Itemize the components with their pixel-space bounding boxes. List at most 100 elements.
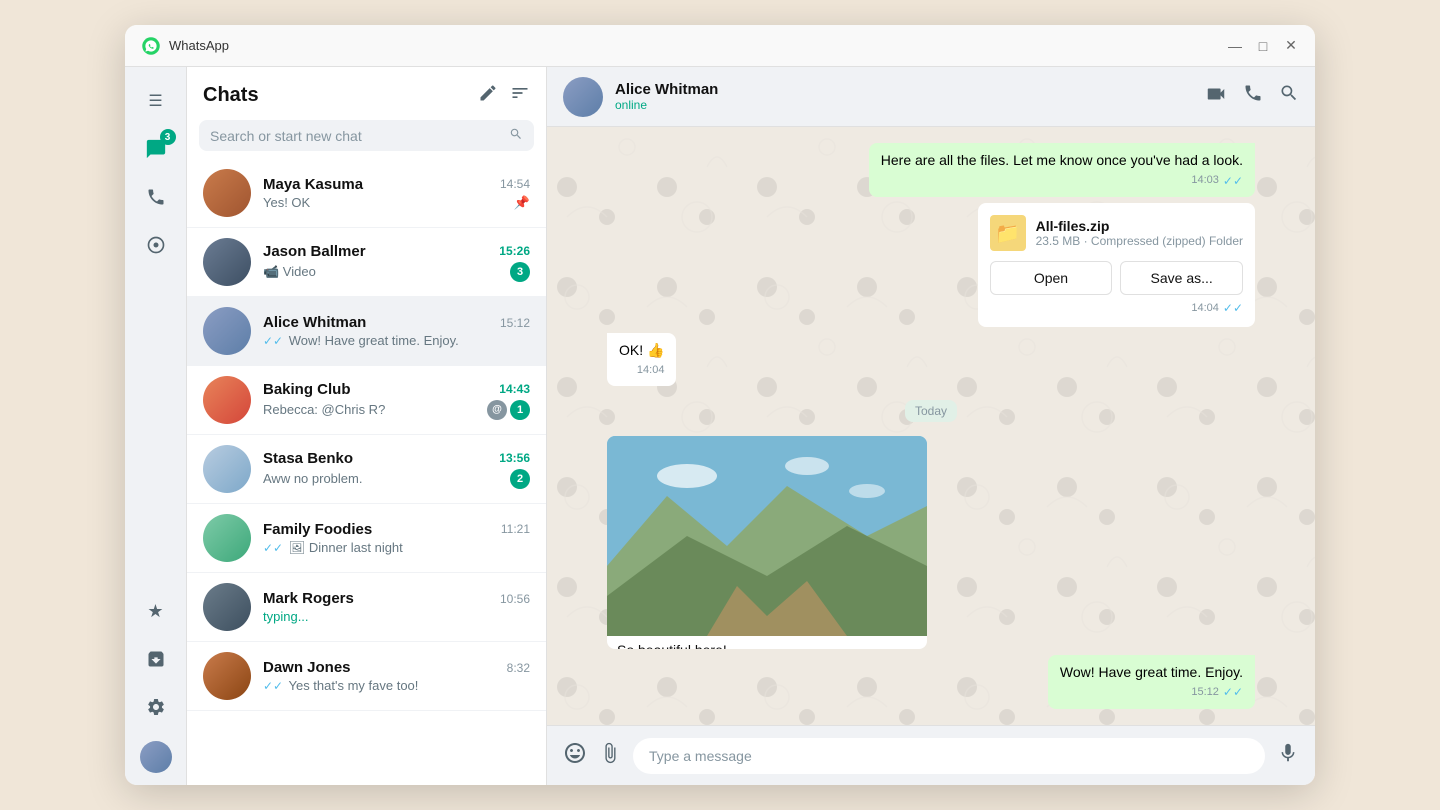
chat-list-header: Chats [187, 67, 546, 116]
chats-badge: 3 [160, 129, 176, 145]
microphone-button[interactable] [1277, 742, 1299, 770]
chat-list-title: Chats [203, 84, 478, 107]
chat-item[interactable]: Jason Ballmer 15:26 📹 Video 3 [187, 228, 546, 297]
app-window: WhatsApp — □ ✕ ☰ 3 ★ [125, 25, 1315, 785]
nav-item-menu[interactable]: ☰ [134, 79, 178, 123]
chat-name: Jason Ballmer [263, 243, 366, 260]
message-bubble: Wow! Have great time. Enjoy. 15:12 ✓✓ [1048, 655, 1255, 709]
chat-info: Family Foodies 11:21 ✓✓ 🖼 Dinner last ni… [263, 521, 530, 556]
message-input[interactable] [633, 738, 1265, 774]
minimize-button[interactable]: — [1227, 38, 1243, 54]
search-input[interactable] [210, 128, 509, 144]
title-bar: WhatsApp — □ ✕ [125, 25, 1315, 67]
search-messages-button[interactable] [1279, 83, 1299, 110]
chat-name: Dawn Jones [263, 659, 351, 676]
chat-name: Maya Kasuma [263, 176, 363, 193]
nav-item-archived[interactable] [134, 637, 178, 681]
chat-time: 15:12 [500, 316, 530, 330]
message-text: Here are all the files. Let me know once… [881, 152, 1243, 168]
date-label: Today [905, 400, 957, 422]
chat-item[interactable]: Dawn Jones 8:32 ✓✓ Yes that's my fave to… [187, 642, 546, 711]
save-file-button[interactable]: Save as... [1120, 261, 1243, 295]
chat-info: Dawn Jones 8:32 ✓✓ Yes that's my fave to… [263, 659, 530, 693]
chat-item[interactable]: Alice Whitman 15:12 ✓✓ Wow! Have great t… [187, 297, 546, 366]
compose-button[interactable] [478, 83, 498, 108]
chat-preview: Rebecca: @Chris R? [263, 402, 481, 417]
search-bar [187, 116, 546, 159]
voice-call-button[interactable] [1243, 83, 1263, 110]
chat-preview: ✓✓ Wow! Have great time. Enjoy. [263, 333, 530, 348]
message-text: Wow! Have great time. Enjoy. [1060, 664, 1243, 680]
chat-contact-avatar[interactable] [563, 77, 603, 117]
unread-badge: 2 [510, 469, 530, 489]
filter-button[interactable] [510, 83, 530, 108]
chat-panel: Alice Whitman online [547, 67, 1315, 785]
chat-info: Jason Ballmer 15:26 📹 Video 3 [263, 243, 530, 282]
chat-info: Baking Club 14:43 Rebecca: @Chris R? @ 1 [263, 381, 530, 420]
chat-preview: Yes! OK [263, 195, 510, 210]
avatar [203, 445, 251, 493]
chat-item[interactable]: Mark Rogers 10:56 typing... [187, 573, 546, 642]
chat-header-actions [1205, 83, 1299, 110]
chat-preview: ✓✓ 🖼 Dinner last night [263, 540, 530, 556]
nav-item-chats[interactable]: 3 [134, 127, 178, 171]
avatar [203, 376, 251, 424]
chat-item[interactable]: Baking Club 14:43 Rebecca: @Chris R? @ 1 [187, 366, 546, 435]
emoji-button[interactable] [563, 741, 587, 771]
message-time: 14:04 [1191, 302, 1219, 314]
chat-preview: Aww no problem. [263, 471, 504, 486]
message-bubble: Here are all the files. Let me know once… [869, 143, 1255, 197]
user-avatar[interactable] [140, 741, 172, 773]
avatar [203, 652, 251, 700]
file-bubble: 📁 All-files.zip 23.5 MB · Compressed (zi… [978, 203, 1255, 327]
nav-item-calls[interactable] [134, 175, 178, 219]
app-body: ☰ 3 ★ Chats [125, 67, 1315, 785]
chat-time: 8:32 [507, 661, 530, 675]
maximize-button[interactable]: □ [1255, 38, 1271, 54]
close-button[interactable]: ✕ [1283, 38, 1299, 54]
chat-list-panel: Chats [187, 67, 547, 785]
chat-item[interactable]: Family Foodies 11:21 ✓✓ 🖼 Dinner last ni… [187, 504, 546, 573]
photo-image [607, 436, 927, 636]
chat-info: Mark Rogers 10:56 typing... [263, 590, 530, 624]
unread-count: 1 [510, 400, 530, 420]
photo-caption: So beautiful here! [617, 642, 727, 648]
open-file-button[interactable]: Open [990, 261, 1113, 295]
avatar [203, 238, 251, 286]
chat-name: Stasa Benko [263, 450, 353, 467]
message-time: 14:03 [1191, 173, 1219, 188]
chat-time: 14:54 [500, 177, 530, 191]
chat-info: Alice Whitman 15:12 ✓✓ Wow! Have great t… [263, 314, 530, 348]
chat-name: Baking Club [263, 381, 351, 398]
chat-preview: ✓✓ Yes that's my fave too! [263, 678, 530, 693]
nav-sidebar: ☰ 3 ★ [125, 67, 187, 785]
chat-contact-name[interactable]: Alice Whitman [615, 81, 1205, 98]
chat-item[interactable]: Maya Kasuma 14:54 Yes! OK 📌 [187, 159, 546, 228]
nav-item-settings[interactable] [134, 685, 178, 729]
input-bar [547, 725, 1315, 785]
chat-header: Alice Whitman online [547, 67, 1315, 127]
chat-time: 11:21 [501, 522, 530, 536]
message-time: 15:12 [1191, 685, 1219, 700]
chat-contact-status: online [615, 98, 1205, 112]
message-ticks: ✓✓ [1223, 301, 1243, 315]
video-call-button[interactable] [1205, 83, 1227, 110]
window-controls: — □ ✕ [1227, 38, 1299, 54]
unread-badge: @ [487, 400, 507, 420]
chat-info: Maya Kasuma 14:54 Yes! OK 📌 [263, 176, 530, 211]
attach-button[interactable] [599, 742, 621, 770]
search-input-wrap [199, 120, 534, 151]
chat-time: 15:26 [499, 244, 530, 258]
nav-item-status[interactable] [134, 223, 178, 267]
app-title: WhatsApp [169, 38, 1227, 53]
avatar [203, 169, 251, 217]
nav-item-starred[interactable]: ★ [134, 589, 178, 633]
avatar [203, 307, 251, 355]
chat-info: Stasa Benko 13:56 Aww no problem. 2 [263, 450, 530, 489]
chat-item[interactable]: Stasa Benko 13:56 Aww no problem. 2 [187, 435, 546, 504]
chat-time: 14:43 [499, 382, 530, 396]
message-time: 14:04 [637, 363, 665, 378]
chat-preview: 📹 Video [263, 264, 504, 280]
chat-name: Alice Whitman [263, 314, 366, 331]
messages-area: Here are all the files. Let me know once… [547, 127, 1315, 725]
